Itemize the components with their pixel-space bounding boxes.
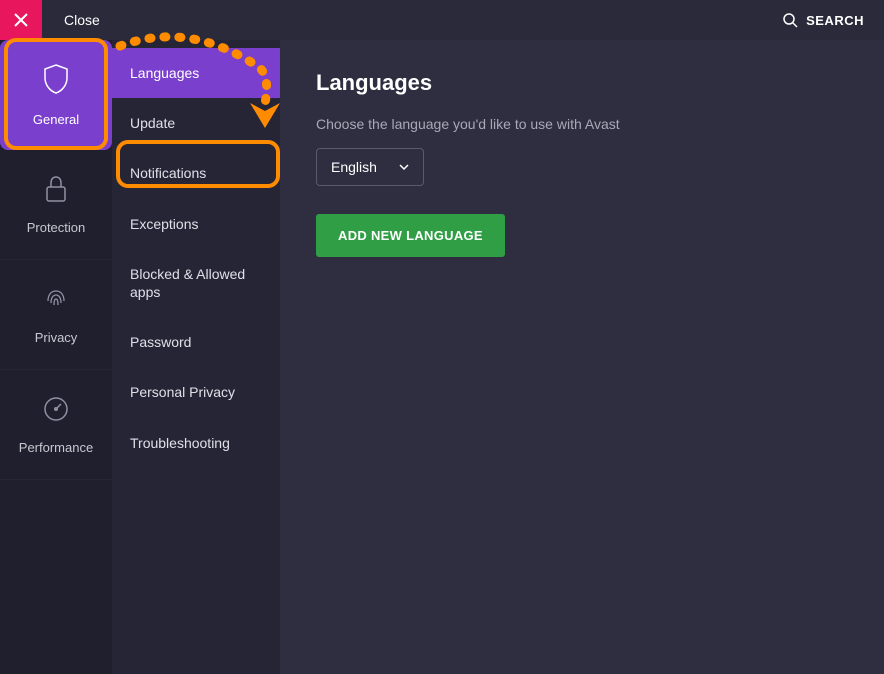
close-label[interactable]: Close [64,12,100,28]
sidebar-item-performance[interactable]: Performance [0,370,112,480]
search-icon [782,12,798,28]
sidebar-item-label: Performance [19,440,93,455]
page-title: Languages [316,70,848,96]
sidebar-item-label: Privacy [35,330,78,345]
sub-item-personal-privacy[interactable]: Personal Privacy [112,367,280,417]
sidebar-item-label: Protection [27,220,86,235]
sidebar-item-protection[interactable]: Protection [0,150,112,260]
main-area: General Protection Privacy Performance L… [0,40,884,674]
fingerprint-icon [42,285,70,318]
sub-item-languages[interactable]: Languages [112,48,280,98]
sidebar-item-general[interactable]: General [0,40,112,150]
search-label: SEARCH [806,13,864,28]
sub-item-exceptions[interactable]: Exceptions [112,199,280,249]
content-panel: Languages Choose the language you'd like… [280,40,884,674]
language-select-value: English [331,159,377,175]
sub-item-update[interactable]: Update [112,98,280,148]
lock-icon [44,175,68,208]
sidebar-item-label: General [33,112,79,127]
close-x-button[interactable] [0,0,42,40]
sub-item-password[interactable]: Password [112,317,280,367]
language-select[interactable]: English [316,148,424,186]
sub-item-troubleshooting[interactable]: Troubleshooting [112,418,280,468]
close-icon [14,13,28,27]
page-description: Choose the language you'd like to use wi… [316,116,848,132]
search-button[interactable]: SEARCH [782,12,864,28]
sidebar-secondary: Languages Update Notifications Exception… [112,40,280,674]
chevron-down-icon [399,162,409,172]
add-new-language-button[interactable]: ADD NEW LANGUAGE [316,214,505,257]
top-bar: Close SEARCH [0,0,884,40]
sub-item-blocked-allowed[interactable]: Blocked & Allowed apps [112,249,280,317]
shield-icon [42,63,70,100]
sub-item-notifications[interactable]: Notifications [112,148,280,198]
gauge-icon [42,395,70,428]
sidebar-primary: General Protection Privacy Performance [0,40,112,674]
sidebar-item-privacy[interactable]: Privacy [0,260,112,370]
